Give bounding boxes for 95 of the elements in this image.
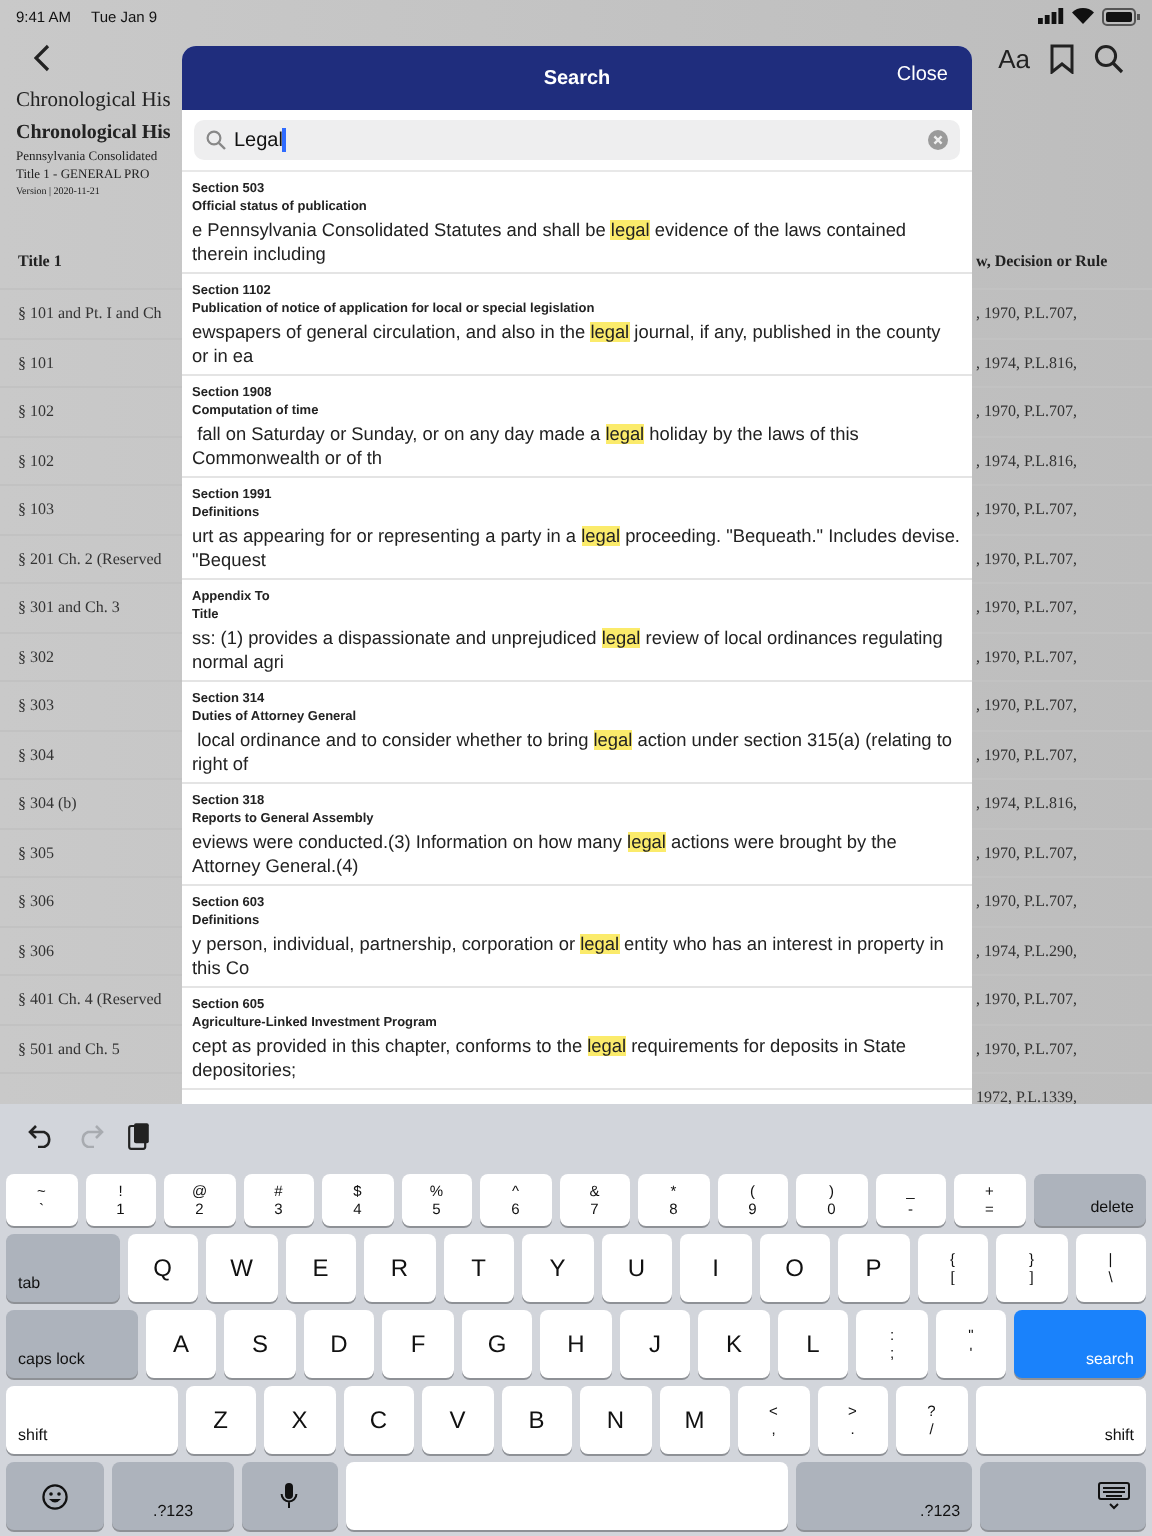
table-cell: , 1974, P.L.816,: [976, 353, 1077, 372]
table-cell: § 303: [18, 696, 54, 715]
result-snippet: urt as appearing for or representing a party in a legal proceeding. "Bequeath." Includes devise. "Bequest: [192, 526, 960, 572]
table-cell: , 1970, P.L.707,: [976, 990, 1077, 1009]
key[interactable]: E: [285, 1234, 356, 1302]
key[interactable]: K: [698, 1310, 770, 1378]
key[interactable]: L: [777, 1310, 849, 1378]
result-snippet: fall on Saturday or Sunday, or on any day made a legal holiday by the laws of this Commonwealth or of th: [192, 424, 861, 470]
key[interactable]: W: [206, 1234, 277, 1302]
table-cell: § 306: [18, 941, 54, 960]
table-cell: , 1970, P.L.707,: [976, 843, 1077, 862]
table-cell: § 304 (b): [18, 794, 77, 813]
key[interactable]: B: [501, 1386, 572, 1454]
column-header: w, Decision or Rule: [976, 251, 1108, 269]
table-cell: , 1974, P.L.816,: [976, 794, 1077, 813]
key[interactable]: .?123: [112, 1462, 234, 1530]
key[interactable]: Y: [522, 1234, 593, 1302]
key[interactable]: C: [343, 1386, 414, 1454]
document-heading: Chronological His: [16, 88, 171, 116]
table-cell: , 1970, P.L.707,: [976, 402, 1077, 421]
table-cell: § 301 and Ch. 3: [18, 598, 120, 617]
key[interactable]: F: [382, 1310, 454, 1378]
result-snippet: eviews were conducted.(3) Information on how many legal actions were brought by the Attorney General.(4): [192, 832, 899, 878]
document-title: Chronological His: [16, 120, 171, 148]
table-cell: § 102: [18, 451, 54, 470]
result-snippet: ewspapers of general circulation, and also in the legal journal, if any, published in the county or in ea: [192, 322, 943, 368]
key[interactable]: U: [601, 1234, 672, 1302]
shift-key[interactable]: shift: [6, 1386, 177, 1454]
table-cell: § 306: [18, 892, 54, 911]
dialog-title: Search: [543, 67, 611, 89]
table-cell: § 302: [18, 647, 54, 666]
table-cell: § 102: [18, 402, 54, 421]
key[interactable]: delete: [1033, 1174, 1146, 1226]
microphone-icon[interactable]: [280, 1482, 299, 1510]
key[interactable]: .?123: [796, 1462, 973, 1530]
column-header: Title 1: [18, 251, 62, 269]
result-snippet: y person, individual, partnership, corporation or legal entity who has an interest in property in this Co: [192, 934, 946, 980]
wifi-icon: [1072, 8, 1094, 24]
search-icon[interactable]: [1094, 43, 1124, 73]
key[interactable]: X: [264, 1386, 335, 1454]
result-snippet: local ordinance and to consider whether to bring legal action under section 315(a) (relating to right of: [192, 730, 955, 776]
table-cell: , 1970, P.L.707,: [976, 549, 1077, 568]
clipboard-icon[interactable]: [128, 1121, 150, 1149]
table-cell: , 1970, P.L.707,: [976, 1039, 1077, 1058]
table-cell: , 1970, P.L.707,: [976, 745, 1077, 764]
bookmark-icon[interactable]: [1050, 43, 1074, 73]
result-snippet: ss: (1) provides a dispassionate and unprejudiced legal review of local ordinances regulating normal agri: [192, 628, 945, 674]
emoji-icon[interactable]: [42, 1483, 69, 1509]
table-cell: , 1970, P.L.707,: [976, 598, 1077, 617]
key[interactable]: N: [580, 1386, 651, 1454]
key[interactable]: V: [422, 1386, 493, 1454]
key[interactable]: tab: [6, 1234, 119, 1302]
key[interactable]: caps lock: [6, 1310, 138, 1378]
key[interactable]: S: [224, 1310, 296, 1378]
table-cell: § 201 Ch. 2 (Reserved: [18, 549, 162, 568]
table-cell: , 1970, P.L.707,: [976, 500, 1077, 519]
key[interactable]: P: [838, 1234, 909, 1302]
keyboard-hide-icon[interactable]: [1098, 1482, 1130, 1510]
search-field[interactable]: Legal: [194, 120, 960, 160]
key[interactable]: D: [303, 1310, 375, 1378]
table-cell: § 103: [18, 500, 54, 519]
table-cell: , 1974, P.L.816,: [976, 451, 1077, 470]
table-cell: § 401 Ch. 4 (Reserved: [18, 990, 162, 1009]
key[interactable]: T: [443, 1234, 514, 1302]
result-snippet: cept as provided in this chapter, conforms to the legal requirements for deposits in State depositories;: [192, 1036, 908, 1082]
key[interactable]: I: [680, 1234, 751, 1302]
battery-icon: [1102, 7, 1140, 25]
key[interactable]: Q: [127, 1234, 198, 1302]
key[interactable]: Z: [185, 1386, 256, 1454]
back-icon[interactable]: [34, 44, 50, 72]
table-cell: § 305: [18, 843, 54, 862]
result-snippet: e Pennsylvania Consolidated Statutes and shall be legal evidence of the laws contained therein including: [192, 220, 909, 266]
table-cell: , 1970, P.L.707,: [976, 696, 1077, 715]
search-key[interactable]: search: [1014, 1310, 1146, 1378]
table-cell: , 1970, P.L.707,: [976, 892, 1077, 911]
key[interactable]: J: [619, 1310, 691, 1378]
signal-icon: [1038, 8, 1064, 24]
table-cell: , 1974, P.L.290,: [976, 941, 1077, 960]
key[interactable]: O: [759, 1234, 830, 1302]
key[interactable]: G: [461, 1310, 533, 1378]
table-cell: § 501 and Ch. 5: [18, 1039, 120, 1058]
font-size-button[interactable]: Aa: [998, 43, 1030, 73]
undo-icon[interactable]: [28, 1123, 54, 1147]
table-cell: § 101: [18, 353, 54, 372]
key[interactable]: M: [659, 1386, 730, 1454]
shift-key[interactable]: shift: [975, 1386, 1146, 1454]
table-cell: § 304: [18, 745, 54, 764]
key[interactable]: H: [540, 1310, 612, 1378]
table-cell: , 1970, P.L.707,: [976, 647, 1077, 666]
close-button[interactable]: Close: [896, 64, 948, 86]
table-cell: § 101 and Pt. I and Ch: [18, 304, 162, 323]
table-cell: , 1970, P.L.707,: [976, 304, 1077, 323]
key[interactable]: A: [145, 1310, 217, 1378]
key[interactable]: R: [364, 1234, 435, 1302]
search-icon: [206, 130, 226, 150]
